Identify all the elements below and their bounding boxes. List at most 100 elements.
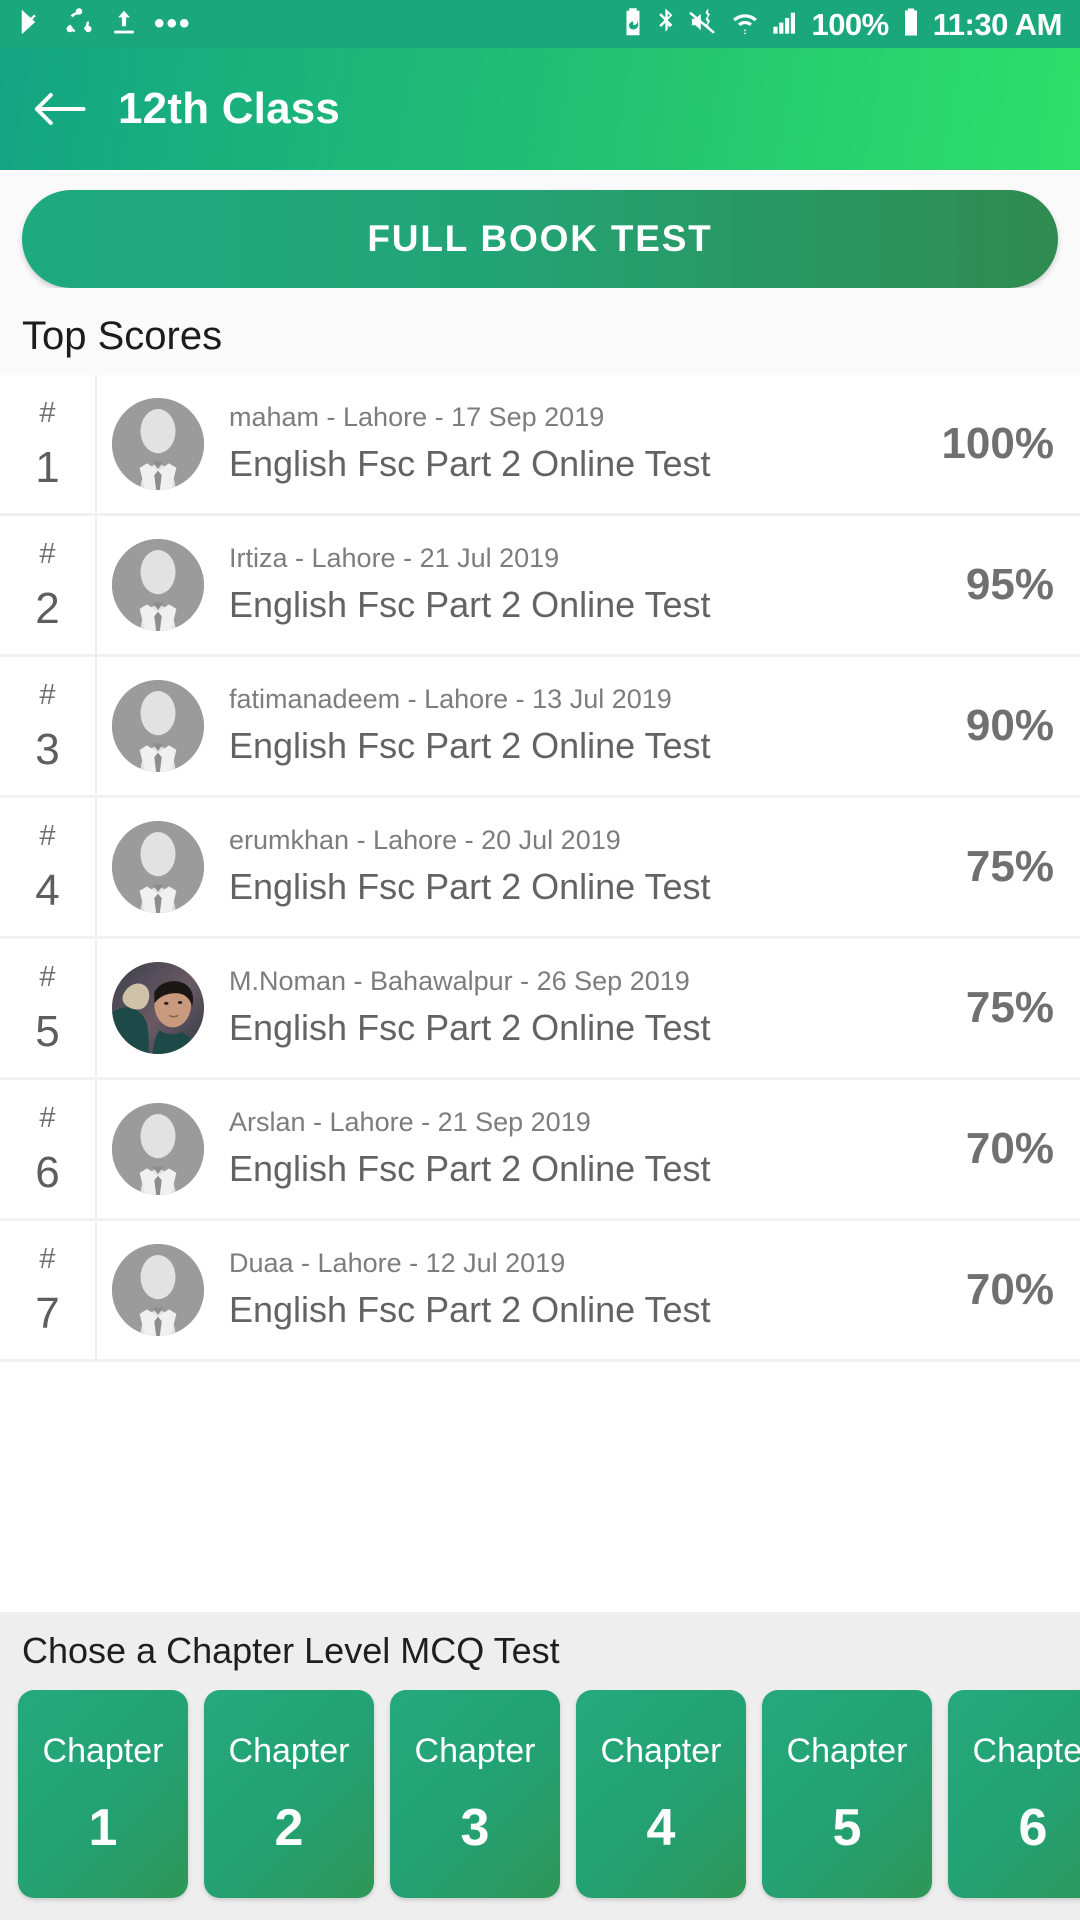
upload-icon [110, 7, 138, 42]
wifi-icon [731, 7, 759, 42]
score-test-title: English Fsc Part 2 Online Test [229, 442, 711, 484]
chapter-card-label: Chapter [228, 1732, 350, 1770]
default-person-avatar [112, 821, 204, 913]
rank-number: 3 [35, 724, 60, 774]
rank-hash-symbol: # [39, 1242, 56, 1275]
rank-hash-symbol: # [39, 678, 56, 711]
score-percentage: 95% [965, 560, 1054, 609]
score-info-column: Arslan - Lahore - 21 Sep 2019 English Fsc… [219, 1080, 890, 1218]
chapter-card[interactable]: Chapter 2 [204, 1690, 374, 1898]
back-button[interactable] [28, 78, 90, 140]
chapter-card[interactable]: Chapter 4 [576, 1690, 746, 1898]
score-info-column: erumkhan - Lahore - 20 Jul 2019 English F… [219, 798, 890, 936]
table-row[interactable]: #1 maham - Lahore - 17 Sep 2019 English Fs… [0, 375, 1080, 516]
score-percentage: 75% [965, 983, 1054, 1032]
chapter-card-scroller[interactable]: Chapter 1 Chapter 2 Chapter 3 Chapter 4 Chapter 5… [0, 1690, 1080, 1920]
rank-column: #3 [0, 657, 97, 795]
chapter-card[interactable]: Chapter 3 [390, 1690, 560, 1898]
score-info-column: maham - Lahore - 17 Sep 2019 English Fsc … [219, 375, 890, 513]
rank-hash-symbol: # [39, 819, 56, 852]
default-person-avatar [112, 680, 204, 772]
table-row[interactable]: #3 fatimanadeem - Lahore - 13 Jul 2019 Eng… [0, 657, 1080, 798]
score-column: 70% [890, 1221, 1080, 1359]
default-person-avatar [112, 1103, 204, 1195]
score-percentage: 75% [965, 842, 1054, 891]
score-user-meta: erumkhan - Lahore - 20 Jul 2019 [229, 825, 621, 856]
score-user-meta: M.Noman - Bahawalpur - 26 Sep 2019 [229, 966, 690, 997]
score-test-title: English Fsc Part 2 Online Test [229, 583, 711, 625]
playstore-check-icon [18, 7, 48, 42]
chapter-card-label: Chapter [786, 1732, 908, 1770]
score-test-title: English Fsc Part 2 Online Test [229, 1006, 711, 1048]
score-user-meta: maham - Lahore - 17 Sep 2019 [229, 402, 605, 433]
score-test-title: English Fsc Part 2 Online Test [229, 1147, 711, 1189]
rank-column: #4 [0, 798, 97, 936]
battery-percent-label: 100% [811, 6, 889, 42]
score-test-title: English Fsc Part 2 Online Test [229, 865, 711, 907]
score-column: 90% [890, 657, 1080, 795]
rank-number: 2 [35, 583, 60, 633]
page-title: 12th Class [118, 84, 341, 133]
chapter-card-label: Chapter [972, 1732, 1080, 1770]
score-info-column: Irtiza - Lahore - 21 Jul 2019 English Fsc… [219, 516, 890, 654]
rank-column: #1 [0, 375, 97, 513]
chapter-card-label: Chapter [42, 1732, 164, 1770]
rank-column: #7 [0, 1221, 97, 1359]
score-user-meta: Duaa - Lahore - 12 Jul 2019 [229, 1248, 566, 1279]
chapter-card-number: 6 [1018, 1799, 1048, 1857]
rank-number: 1 [35, 442, 60, 492]
table-row[interactable]: #6 Arslan - Lahore - 21 Sep 2019 English F… [0, 1080, 1080, 1221]
avatar [112, 398, 204, 490]
chapter-card-number: 5 [832, 1799, 862, 1857]
vibrate-mute-icon [689, 7, 719, 42]
avatar-column [97, 516, 219, 654]
score-info-column: M.Noman - Bahawalpur - 26 Sep 2019 Englis… [219, 939, 890, 1077]
chapter-card[interactable]: Chapter 6 [948, 1690, 1080, 1898]
score-percentage: 90% [965, 701, 1054, 750]
table-row[interactable]: #4 erumkhan - Lahore - 20 Jul 2019 English… [0, 798, 1080, 939]
avatar-column [97, 657, 219, 795]
chapter-card-number: 4 [646, 1799, 676, 1857]
avatar [112, 962, 204, 1054]
more-dots-icon: ••• [154, 7, 192, 40]
user-photo-avatar [112, 962, 204, 1054]
rank-column: #6 [0, 1080, 97, 1218]
top-scores-list[interactable]: #1 maham - Lahore - 17 Sep 2019 English Fs… [0, 375, 1080, 1612]
avatar-column [97, 375, 219, 513]
rank-column: #2 [0, 516, 97, 654]
avatar-column [97, 798, 219, 936]
rank-hash-symbol: # [39, 1101, 56, 1134]
chapter-card-number: 2 [274, 1799, 304, 1857]
score-user-meta: Irtiza - Lahore - 21 Jul 2019 [229, 543, 560, 574]
chapter-section: Chose a Chapter Level MCQ Test Chapter 1 C… [0, 1612, 1080, 1920]
chapter-card-label: Chapter [414, 1732, 536, 1770]
table-row[interactable]: #2 Irtiza - Lahore - 21 Jul 2019 English F… [0, 516, 1080, 657]
avatar [112, 1244, 204, 1336]
avatar [112, 539, 204, 631]
status-bar-left-icons: ••• [18, 7, 192, 42]
table-row[interactable]: #5 M.Noman - Bahawalpur - 26 Sep 2019 Engl… [0, 939, 1080, 1080]
rank-hash-symbol: # [39, 960, 56, 993]
score-column: 70% [890, 1080, 1080, 1218]
rank-number: 7 [35, 1288, 60, 1338]
share-sync-icon [64, 7, 94, 42]
score-test-title: English Fsc Part 2 Online Test [229, 1288, 711, 1330]
chapter-card[interactable]: Chapter 1 [18, 1690, 188, 1898]
chapter-card[interactable]: Chapter 5 [762, 1690, 932, 1898]
table-row[interactable]: #7 Duaa - Lahore - 12 Jul 2019 English Fsc… [0, 1221, 1080, 1362]
rank-number: 5 [35, 1006, 60, 1056]
score-percentage: 70% [965, 1124, 1054, 1173]
full-book-test-button[interactable]: FULL BOOK TEST [22, 190, 1058, 288]
bluetooth-icon [656, 7, 677, 42]
chapter-card-label: Chapter [600, 1732, 722, 1770]
score-column: 75% [890, 798, 1080, 936]
score-user-meta: fatimanadeem - Lahore - 13 Jul 2019 [229, 684, 672, 715]
default-person-avatar [112, 398, 204, 490]
full-book-test-container: FULL BOOK TEST [0, 170, 1080, 288]
default-person-avatar [112, 539, 204, 631]
clock-label: 11:30 AM [932, 6, 1063, 42]
avatar-column [97, 939, 219, 1077]
battery-icon [901, 7, 921, 42]
rank-number: 6 [35, 1147, 60, 1197]
top-scores-heading: Top Scores [0, 288, 1080, 375]
